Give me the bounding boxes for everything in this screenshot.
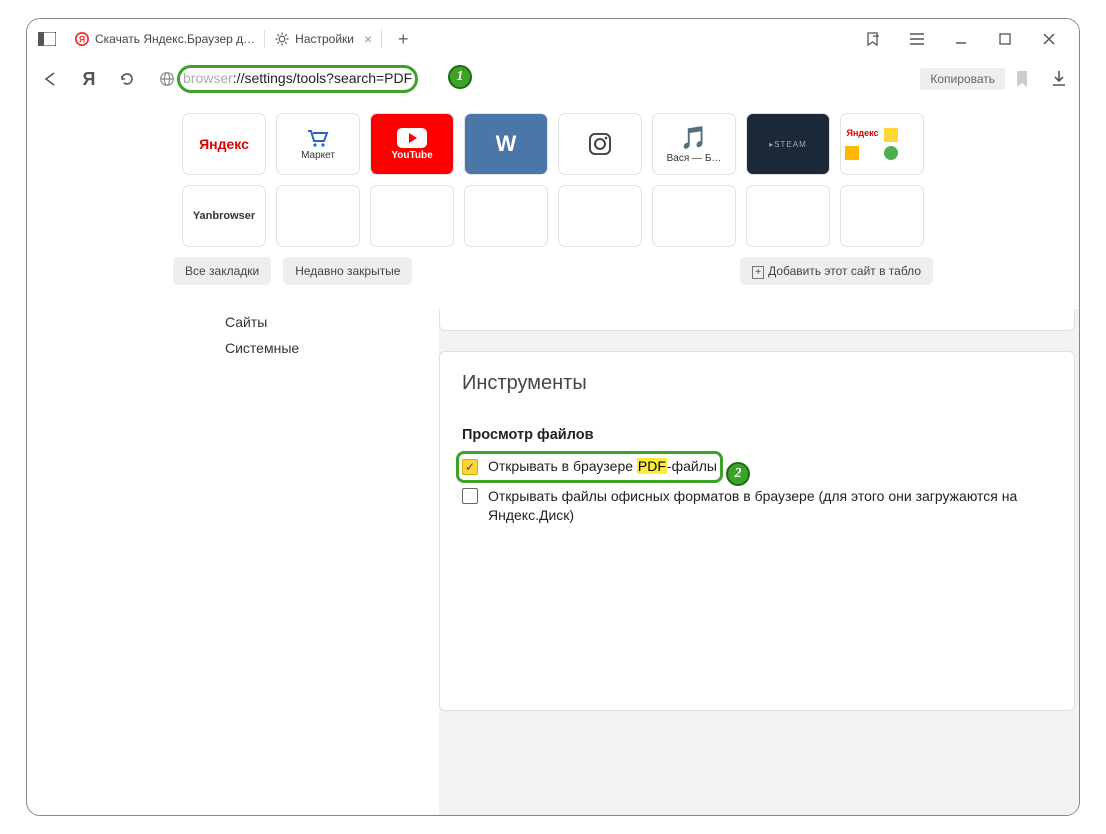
dial-vk[interactable]: W: [464, 113, 548, 175]
checkbox-pdf[interactable]: ✓: [462, 459, 478, 475]
instagram-icon: [587, 131, 613, 157]
settings-main: Инструменты Просмотр файлов ✓ Открывать …: [439, 309, 1079, 815]
sidebar-item-sites[interactable]: Сайты: [225, 309, 399, 335]
minimize-button[interactable]: [947, 25, 975, 53]
globe-icon: [159, 71, 175, 87]
dial-market[interactable]: Маркет: [276, 113, 360, 175]
address-bar-row: Я browser://settings/tools?search=PDF Ко…: [27, 59, 1079, 99]
home-button[interactable]: Я: [77, 67, 101, 91]
dial-empty[interactable]: [558, 185, 642, 247]
checkbox-office[interactable]: [462, 488, 478, 504]
back-button[interactable]: [39, 67, 63, 91]
dial-empty[interactable]: [840, 185, 924, 247]
copy-button[interactable]: Копировать: [920, 68, 1005, 90]
settings-card-prev: [439, 309, 1075, 331]
sidebar-item-system[interactable]: Системные: [225, 335, 399, 361]
tab-settings[interactable]: Настройки ×: [265, 23, 382, 55]
add-to-dial-button[interactable]: +Добавить этот сайт в табло: [740, 257, 933, 285]
tab-download[interactable]: Я Скачать Яндекс.Браузер д…: [65, 23, 265, 55]
dial-yandex[interactable]: Яндекс: [182, 113, 266, 175]
all-bookmarks-button[interactable]: Все закладки: [173, 257, 271, 285]
recently-closed-button[interactable]: Недавно закрытые: [283, 257, 412, 285]
dial-empty[interactable]: [652, 185, 736, 247]
new-tab-button[interactable]: +: [390, 26, 416, 52]
close-window-button[interactable]: [1035, 25, 1063, 53]
speed-dial: Яндекс Маркет YouTube W 🎵 Вася — Б… ▸STE…: [27, 99, 1079, 289]
svg-text:Я: Я: [79, 35, 85, 45]
callout-badge-2: 2: [726, 462, 750, 486]
dial-yanbrowser[interactable]: Yanbrowser: [182, 185, 266, 247]
vk-icon: W: [496, 131, 517, 157]
speed-dial-row-2: Yanbrowser: [182, 185, 924, 247]
dial-empty[interactable]: [276, 185, 360, 247]
card-subtitle: Просмотр файлов: [462, 427, 1052, 443]
gear-icon: [275, 32, 289, 46]
youtube-icon: [397, 128, 427, 148]
steam-icon: ▸STEAM: [769, 140, 807, 149]
dial-youtube[interactable]: YouTube: [370, 113, 454, 175]
dial-empty[interactable]: [464, 185, 548, 247]
dial-empty[interactable]: [370, 185, 454, 247]
dial-instagram[interactable]: [558, 113, 642, 175]
chip-row: Все закладки Недавно закрытые +Добавить …: [173, 257, 933, 285]
url-text: browser://settings/tools?search=PDF: [183, 70, 412, 86]
tab-strip: Я Скачать Яндекс.Браузер д… Настройки × …: [27, 19, 1079, 59]
plus-icon: +: [752, 266, 764, 279]
sidebar-toggle-icon[interactable]: [33, 25, 61, 53]
dial-services[interactable]: Яндекс: [840, 113, 924, 175]
window-controls: [859, 25, 1073, 53]
dial-steam[interactable]: ▸STEAM: [746, 113, 830, 175]
checkbox-row-office: Открывать файлы офисных форматов в брауз…: [462, 487, 1052, 526]
music-icon: 🎵: [680, 125, 707, 151]
browser-window: Я Скачать Яндекс.Браузер д… Настройки × …: [26, 18, 1080, 816]
maximize-button[interactable]: [991, 25, 1019, 53]
dial-empty[interactable]: [746, 185, 830, 247]
checkbox-office-label: Открывать файлы офисных форматов в брауз…: [488, 487, 1052, 526]
checkbox-pdf-label: Открывать в браузере PDF-файлы: [488, 457, 717, 477]
card-title: Инструменты: [462, 372, 1052, 395]
callout-badge-1: 1: [448, 65, 472, 89]
settings-sidebar: Сайты Системные: [219, 309, 399, 361]
bookmark-icon[interactable]: [1015, 70, 1029, 88]
settings-card-tools: Инструменты Просмотр файлов ✓ Открывать …: [439, 351, 1075, 711]
tab-label: Скачать Яндекс.Браузер д…: [95, 32, 255, 46]
dial-user[interactable]: 🎵 Вася — Б…: [652, 113, 736, 175]
address-bar[interactable]: browser://settings/tools?search=PDF: [153, 65, 906, 93]
cart-icon: [306, 128, 330, 148]
speed-dial-row-1: Яндекс Маркет YouTube W 🎵 Вася — Б… ▸STE…: [182, 113, 924, 175]
bookmark-flag-icon[interactable]: [859, 25, 887, 53]
settings-content: Сайты Системные Инструменты Просмотр фай…: [27, 309, 1079, 815]
yandex-icon: Я: [75, 32, 89, 46]
tab-label: Настройки: [295, 32, 354, 46]
address-bar-right: Копировать: [920, 68, 1067, 90]
checkbox-row-pdf: ✓ Открывать в браузере PDF-файлы: [462, 457, 1052, 477]
close-tab-icon[interactable]: ×: [364, 31, 372, 47]
download-icon[interactable]: [1051, 70, 1067, 88]
reload-button[interactable]: [115, 67, 139, 91]
menu-icon[interactable]: [903, 25, 931, 53]
